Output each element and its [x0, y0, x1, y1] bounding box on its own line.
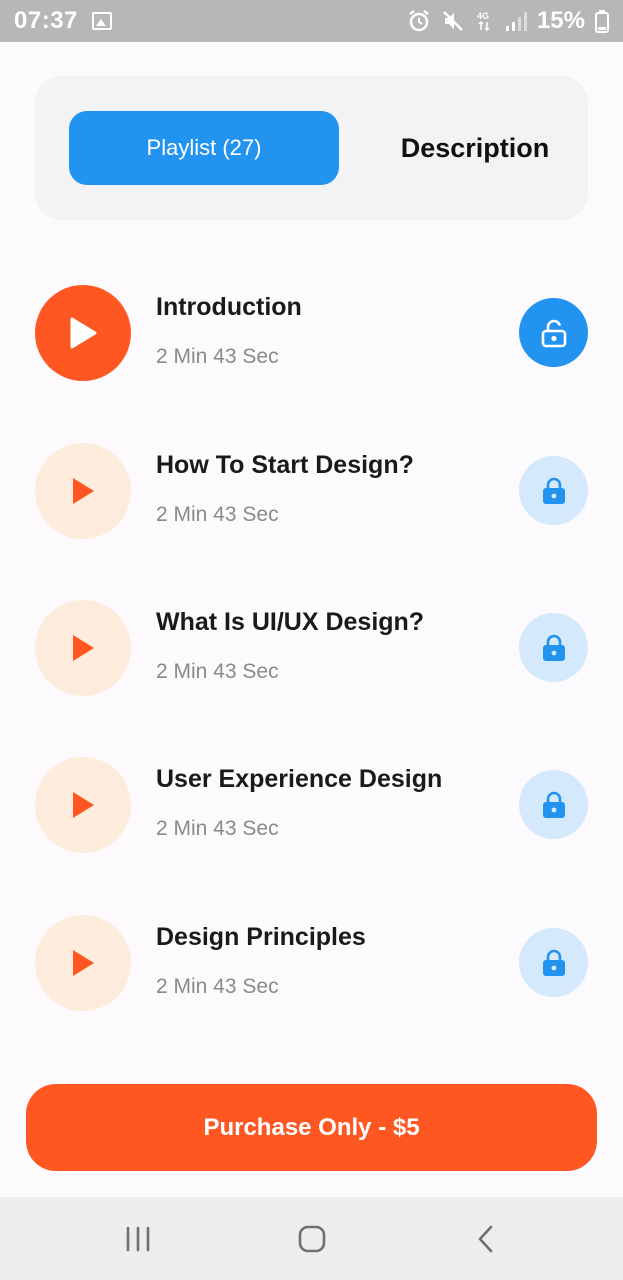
- lock-button[interactable]: [519, 456, 588, 525]
- play-button[interactable]: [35, 600, 131, 696]
- recent-apps-icon: [126, 1226, 150, 1252]
- unlock-icon: [541, 319, 566, 347]
- tab-switcher: Playlist (27) Description: [35, 76, 588, 220]
- lock-icon: [542, 477, 565, 504]
- back-icon: [478, 1225, 493, 1253]
- lesson-item[interactable]: Design Principles 2 Min 43 Sec: [35, 915, 588, 1011]
- play-icon: [73, 950, 94, 976]
- network-4g-icon: 4G: [477, 11, 490, 32]
- lesson-duration: 2 Min 43 Sec: [156, 817, 279, 840]
- svg-text:4G: 4G: [477, 11, 489, 21]
- lesson-duration: 2 Min 43 Sec: [156, 503, 279, 526]
- lock-button[interactable]: [519, 613, 588, 682]
- play-icon: [73, 792, 94, 818]
- play-button[interactable]: [35, 285, 131, 381]
- tab-description[interactable]: Description: [380, 111, 570, 185]
- recent-apps-button[interactable]: [118, 1219, 158, 1259]
- system-nav-bar: [0, 1197, 623, 1280]
- status-time: 07:37: [14, 7, 78, 34]
- play-icon: [70, 317, 97, 349]
- lesson-title: Introduction: [156, 293, 302, 321]
- lesson-duration: 2 Min 43 Sec: [156, 660, 279, 683]
- lesson-item[interactable]: User Experience Design 2 Min 43 Sec: [35, 757, 588, 853]
- lock-button[interactable]: [519, 770, 588, 839]
- play-icon: [73, 478, 94, 504]
- lesson-title: User Experience Design: [156, 765, 443, 793]
- battery-icon: [595, 10, 609, 33]
- home-button[interactable]: [292, 1219, 332, 1259]
- lock-icon: [542, 949, 565, 976]
- mute-icon: [443, 11, 463, 31]
- gallery-icon: [91, 12, 112, 30]
- purchase-button[interactable]: Purchase Only - $5: [26, 1084, 597, 1171]
- unlock-button[interactable]: [519, 298, 588, 367]
- play-button[interactable]: [35, 757, 131, 853]
- status-bar: 07:37 4G 15%: [0, 0, 623, 42]
- lesson-item[interactable]: How To Start Design? 2 Min 43 Sec: [35, 443, 588, 539]
- play-icon: [73, 635, 94, 661]
- status-icons: 4G 15%: [407, 7, 609, 35]
- tab-playlist[interactable]: Playlist (27): [69, 111, 339, 185]
- home-icon: [298, 1225, 326, 1253]
- lock-icon: [542, 634, 565, 661]
- lesson-title: What Is UI/UX Design?: [156, 608, 425, 636]
- back-button[interactable]: [466, 1219, 506, 1259]
- lock-button[interactable]: [519, 928, 588, 997]
- lesson-duration: 2 Min 43 Sec: [156, 975, 279, 998]
- play-button[interactable]: [35, 443, 131, 539]
- signal-icon: [505, 12, 527, 31]
- lesson-title: How To Start Design?: [156, 451, 414, 479]
- play-button[interactable]: [35, 915, 131, 1011]
- lesson-title: Design Principles: [156, 923, 366, 951]
- alarm-icon: [409, 10, 429, 32]
- lesson-duration: 2 Min 43 Sec: [156, 345, 279, 368]
- lesson-item[interactable]: What Is UI/UX Design? 2 Min 43 Sec: [35, 600, 588, 696]
- lesson-item[interactable]: Introduction 2 Min 43 Sec: [35, 285, 588, 381]
- battery-percent: 15%: [536, 7, 585, 34]
- lock-icon: [542, 791, 565, 818]
